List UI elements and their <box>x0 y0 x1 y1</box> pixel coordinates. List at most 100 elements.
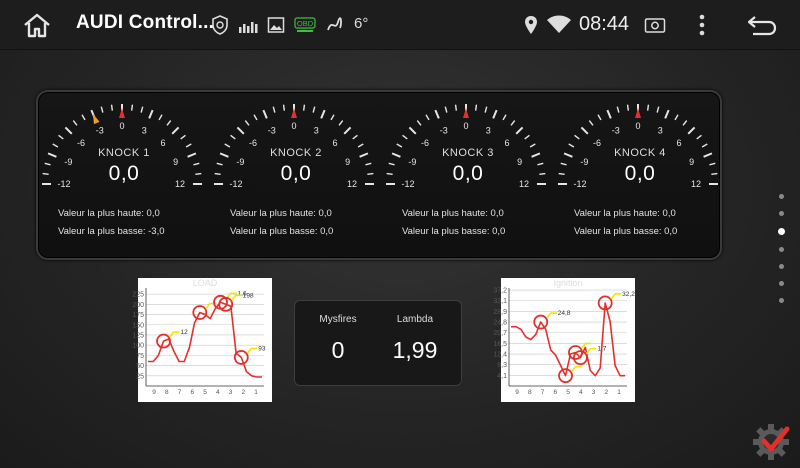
gauge-tick <box>58 134 64 140</box>
gauge-tick <box>130 104 134 111</box>
chart-y-tick: 37,2 <box>493 288 507 295</box>
gauge-scale-label: -3 <box>440 125 448 135</box>
temperature-readout: 6° <box>354 15 369 32</box>
gauge-tick <box>330 114 335 121</box>
chart-x-tick: 5 <box>203 389 207 396</box>
gauge-tick <box>343 126 352 135</box>
gauge-tick <box>64 126 73 135</box>
page-dot[interactable] <box>779 194 784 199</box>
chart-x-tick: 5 <box>566 389 570 396</box>
back-icon[interactable] <box>745 13 779 37</box>
gauge-scale-label: 3 <box>314 125 319 135</box>
chart-y-tick: 175 <box>132 312 144 319</box>
chart-y-tick: 24,8 <box>493 320 507 327</box>
gauge-tick <box>166 120 172 126</box>
more-options-icon[interactable] <box>694 12 710 38</box>
gauge-tick <box>656 106 660 113</box>
settings-check-icon[interactable] <box>751 420 793 462</box>
gauge-tick <box>416 120 422 126</box>
gauge-scale-label: 0 <box>119 121 124 131</box>
chart-x-tick: 3 <box>229 389 233 396</box>
gauge-tick <box>434 109 440 119</box>
chart-marker-label: 198 <box>243 292 254 299</box>
knock-gauge: -12 -9 -6 -3 0 3 6 9 12 KNOCK 2 0,0 Valeur la plus … <box>210 92 382 262</box>
chart-y-tick: 200 <box>132 302 144 309</box>
chart-y-tick: 28,9 <box>493 309 507 316</box>
page-indicator[interactable] <box>778 194 786 315</box>
chart-x-tick: 2 <box>604 389 608 396</box>
gauge-tick <box>580 126 589 135</box>
gauge-tick <box>272 106 276 113</box>
page-dot[interactable] <box>779 247 784 252</box>
gauge-low-value: Valeur la plus basse: 0,0 <box>402 226 506 237</box>
gauge-high-value: Valeur la plus haute: 0,0 <box>402 208 504 219</box>
screenshot-icon[interactable] <box>644 14 666 36</box>
gauge-tick <box>230 134 236 140</box>
gauge-tick <box>474 104 478 111</box>
chart-x-tick: 9 <box>515 389 519 396</box>
gauge-tick <box>100 106 104 113</box>
gauge-name: KNOCK 4 <box>614 147 666 159</box>
wifi-icon <box>547 15 571 33</box>
page-dot[interactable] <box>779 264 784 269</box>
gauge-tick <box>687 126 696 135</box>
gauge-high-value: Valeur la plus haute: 0,0 <box>58 208 160 219</box>
chart-x-tick: 1 <box>254 389 258 396</box>
knock-gauge: -12 -9 -6 -3 0 3 6 9 12 KNOCK 4 0,0 Valeur la plus … <box>554 92 726 262</box>
gauge-tick <box>524 134 530 140</box>
gauge-tick <box>236 126 245 135</box>
gauge-name: KNOCK 2 <box>270 147 322 159</box>
gauge-tick <box>253 114 258 121</box>
status-bar: AUDI Control... OBD 6° 08:44 <box>0 0 800 50</box>
chart-marker-label: 1,7 <box>597 346 606 353</box>
gauge-tick <box>484 106 488 113</box>
chart-x-tick: 6 <box>190 389 194 396</box>
chart-marker-label: 24,8 <box>558 310 571 317</box>
gauge-tick <box>352 134 358 140</box>
gauge-scale-label: 0 <box>635 121 640 131</box>
gauge-scale-label: 0 <box>463 121 468 131</box>
chart-y-tick: 50 <box>136 363 144 370</box>
gauge-needle-current <box>119 108 125 118</box>
chart-y-tick: 100 <box>132 343 144 350</box>
gauge-scale-label: -3 <box>268 125 276 135</box>
svg-text:OBD: OBD <box>297 19 314 28</box>
gauge-tick <box>180 134 186 140</box>
gauge-tick <box>646 104 650 111</box>
gauge-low-value: Valeur la plus basse: 0,0 <box>574 226 678 237</box>
gauge-tick <box>444 106 448 113</box>
load-chart: LOAD 25 50 75 100 125 150 175 200 225 9 8 7 6 5 4 3 2 1 12 1… <box>132 278 272 402</box>
chart-y-tick: 16,5 <box>493 341 507 348</box>
gauge-tick <box>682 120 688 126</box>
knock-gauge-panel: -12 -9 -6 -3 0 3 6 9 12 KNOCK 1 0,0 Valeur la plus … <box>36 90 722 260</box>
page-dot[interactable] <box>779 211 784 216</box>
chart-background <box>501 278 635 402</box>
gauge-needle-current <box>463 108 469 118</box>
gauge-tick <box>244 120 250 126</box>
page-dot[interactable] <box>779 298 784 303</box>
chart-x-tick: 6 <box>553 389 557 396</box>
chart-y-tick: 8,3 <box>497 362 507 369</box>
gauge-low-value: Valeur la plus basse: -3,0 <box>58 226 165 237</box>
home-icon[interactable] <box>22 12 52 38</box>
page-dot[interactable] <box>779 281 784 286</box>
location-icon <box>525 16 537 34</box>
gauge-value: 0,0 <box>280 162 312 185</box>
chart-x-tick: 1 <box>617 389 621 396</box>
signal-bars-icon <box>239 22 258 33</box>
shield-icon <box>212 15 228 35</box>
chart-x-tick: 8 <box>528 389 532 396</box>
knock-gauge: -12 -9 -6 -3 0 3 6 9 12 KNOCK 1 0,0 Valeur la plus … <box>38 92 210 262</box>
gauge-scale-label: 0 <box>291 121 296 131</box>
gauge-tick <box>158 114 163 121</box>
gauge-tick <box>81 114 86 121</box>
misfires-label: Mysfires <box>319 314 357 325</box>
gauge-low-value: Valeur la plus basse: 0,0 <box>230 226 334 237</box>
page-dot[interactable] <box>778 228 785 235</box>
lambda-value: 1,99 <box>392 337 438 363</box>
gauge-scale-label: -3 <box>612 125 620 135</box>
gauge-tick <box>320 109 326 119</box>
chart-y-tick: 225 <box>132 292 144 299</box>
gauge-tick <box>282 104 286 111</box>
gauge-name: KNOCK 3 <box>442 147 494 159</box>
